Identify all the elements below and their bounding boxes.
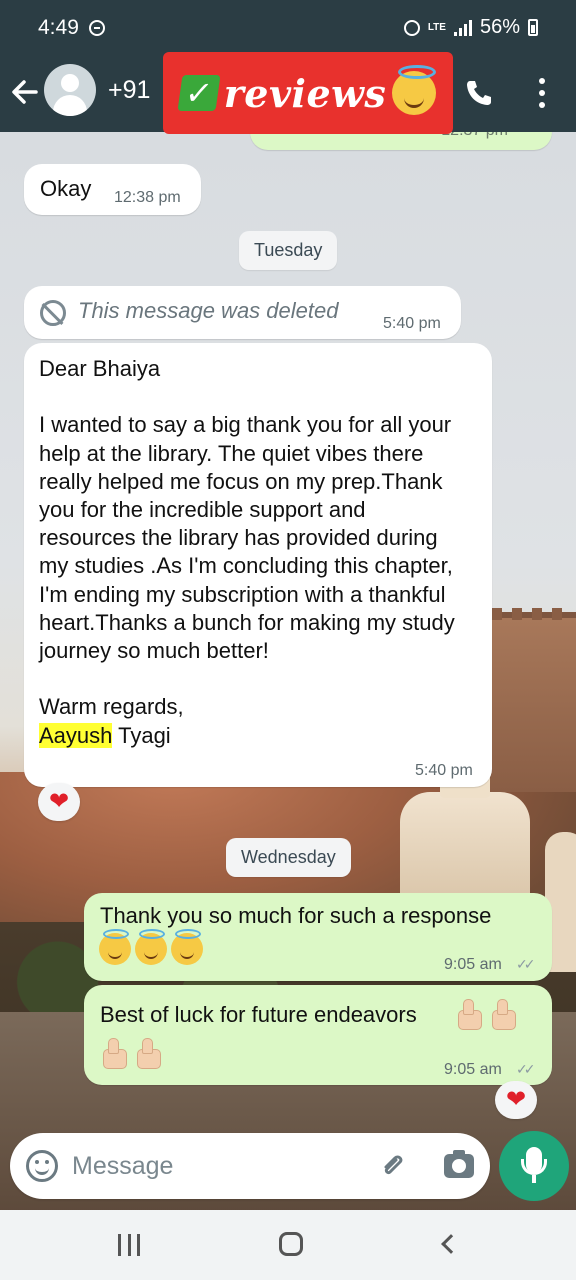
reviews-banner-text: reviews <box>223 70 387 116</box>
thumbs-up-emoji-icon <box>133 1037 163 1069</box>
smiling-halo-emoji-icon <box>171 929 203 965</box>
do-not-disturb-icon <box>89 20 105 36</box>
emoji-row <box>99 929 207 965</box>
check-mark-icon: ✓ <box>177 75 221 111</box>
message-text: Okay <box>40 176 92 201</box>
message-input[interactable] <box>72 1149 352 1183</box>
recent-apps-icon[interactable] <box>118 1234 140 1256</box>
reviews-banner: ✓ reviews <box>163 52 453 134</box>
message-bubble-best-of-luck[interactable]: Best of luck for future endeavors 9:05 a… <box>84 985 552 1085</box>
battery-percent: 56% <box>479 16 520 38</box>
alarm-icon <box>403 19 420 36</box>
letter-greeting: Dear Bhaiya <box>39 356 161 381</box>
status-icons: LTE 56% <box>403 16 538 39</box>
deleted-message-text: This message was deleted <box>78 298 339 323</box>
signal-icon <box>453 19 472 36</box>
message-reaction[interactable]: ❤ <box>38 783 80 821</box>
app-header: 4:49 LTE 56% +91 ✓ reviews <box>0 0 576 134</box>
thumbs-up-emoji-icon <box>488 998 518 1030</box>
system-navigation-bar <box>0 1210 576 1280</box>
letter-signature: Tyagi <box>112 722 171 748</box>
message-time: 5:40 pm <box>383 315 441 332</box>
heart-reaction-icon: ❤ <box>48 788 70 815</box>
battery-icon <box>528 19 538 36</box>
contact-name[interactable]: +91 <box>108 76 150 105</box>
message-bubble-deleted[interactable]: This message was deleted 5:40 pm <box>24 286 461 339</box>
message-text: Thank you so much for such a response <box>100 903 492 928</box>
message-composer <box>10 1133 490 1199</box>
message-time: 9:05 am <box>444 956 502 973</box>
wallpaper-fort <box>486 608 576 792</box>
heart-reaction-icon: ❤ <box>505 1086 527 1113</box>
letter-body: I wanted to say a big thank you for all … <box>39 412 461 664</box>
message-text: Best of luck for future endeavors <box>100 1002 417 1027</box>
voice-call-icon[interactable] <box>464 78 494 108</box>
deleted-message-icon <box>40 300 66 326</box>
status-time: 4:49 <box>38 16 79 39</box>
emoji-row <box>99 1037 167 1069</box>
contact-avatar[interactable] <box>44 64 96 116</box>
smiling-halo-emoji-icon <box>392 65 437 115</box>
back-arrow-icon[interactable] <box>10 74 40 110</box>
message-time: 5:40 pm <box>415 762 473 779</box>
letter-closing: Warm regards, <box>39 694 184 720</box>
voice-message-button[interactable] <box>499 1131 569 1201</box>
thumbs-up-emoji-icon <box>99 1037 129 1069</box>
camera-icon[interactable] <box>444 1150 474 1178</box>
emoji-picker-icon[interactable] <box>26 1150 58 1182</box>
home-icon[interactable] <box>279 1232 303 1256</box>
chat-header: +91 ✓ reviews <box>0 52 576 134</box>
smiling-halo-emoji-icon <box>135 929 167 965</box>
message-time: 9:05 am <box>444 1061 502 1078</box>
date-separator-wednesday: Wednesday <box>226 838 351 877</box>
system-back-icon[interactable] <box>441 1234 461 1254</box>
message-reaction[interactable]: ❤ <box>495 1081 537 1119</box>
highlighted-name: Aayush <box>39 722 113 748</box>
status-bar: 4:49 LTE 56% <box>0 0 576 56</box>
emoji-row <box>454 998 522 1030</box>
message-bubble-thank-you-letter[interactable]: Dear Bhaiya I wanted to say a big thank … <box>24 343 492 787</box>
smiling-halo-emoji-icon <box>99 929 131 965</box>
message-time: 12:38 pm <box>114 189 181 206</box>
message-bubble-okay[interactable]: Okay 12:38 pm <box>24 164 201 215</box>
more-options-icon[interactable] <box>538 78 546 108</box>
read-receipt-icon: ✓✓ <box>516 956 536 972</box>
message-text: Dear Bhaiya I wanted to say a big thank … <box>39 355 459 750</box>
read-receipt-icon: ✓✓ <box>516 1061 536 1077</box>
microphone-stand <box>521 1159 547 1175</box>
date-separator-tuesday: Tuesday <box>239 231 338 270</box>
message-bubble-thank-you-reply[interactable]: Thank you so much for such a response 9:… <box>84 893 552 981</box>
lte-icon: LTE <box>427 22 446 33</box>
attach-paperclip-icon[interactable] <box>378 1151 408 1181</box>
thumbs-up-emoji-icon <box>454 998 484 1030</box>
microphone-base <box>532 1175 536 1183</box>
